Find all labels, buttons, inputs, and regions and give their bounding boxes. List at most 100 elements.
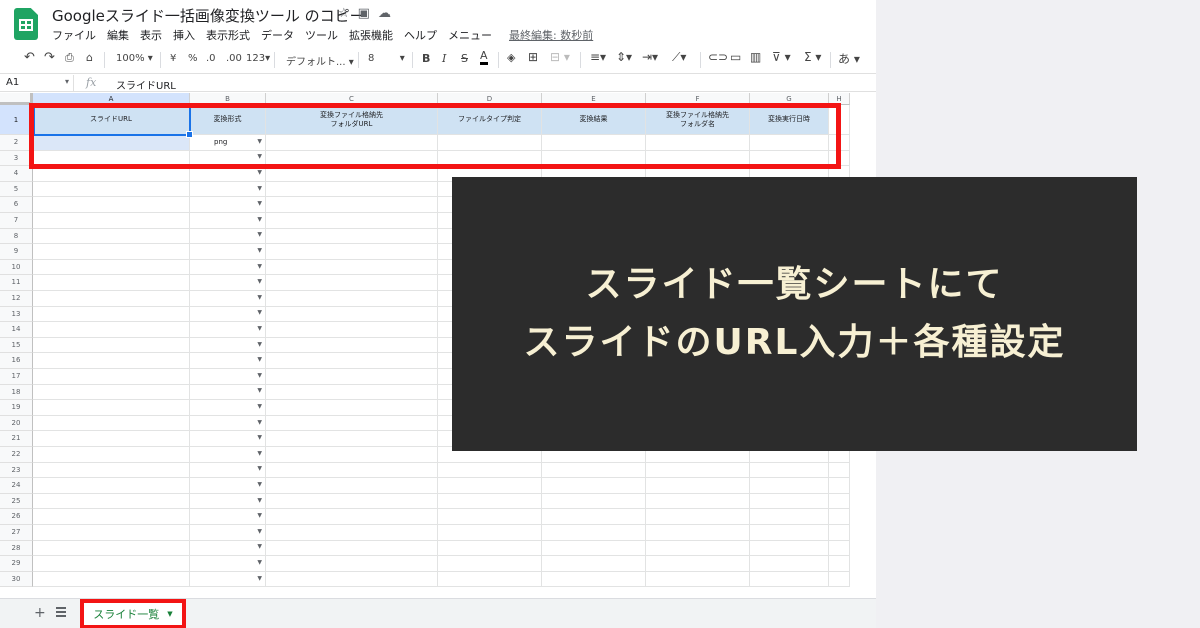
- functions-button[interactable]: Σ ▾: [804, 50, 821, 64]
- table-cell[interactable]: [542, 462, 646, 479]
- row-header[interactable]: 10: [0, 259, 33, 276]
- dropdown-arrow-icon[interactable]: ▼: [257, 434, 262, 441]
- row-header[interactable]: 25: [0, 493, 33, 510]
- fill-color-icon[interactable]: ◈: [507, 51, 516, 67]
- table-cell[interactable]: [646, 478, 750, 494]
- table-cell[interactable]: [542, 556, 646, 572]
- sheets-logo-icon[interactable]: [14, 8, 38, 40]
- table-cell[interactable]: [829, 525, 850, 541]
- table-cell[interactable]: [750, 478, 829, 494]
- row-header[interactable]: 19: [0, 400, 33, 416]
- zoom-select[interactable]: 100% ▾: [116, 53, 153, 64]
- print-icon[interactable]: ⎙: [65, 51, 74, 65]
- dropdown-arrow-icon[interactable]: ▼: [257, 512, 262, 519]
- redo-icon[interactable]: ↷: [44, 50, 55, 65]
- dropdown-arrow-icon[interactable]: ▼: [257, 200, 262, 207]
- table-cell[interactable]: ▼: [190, 181, 266, 198]
- table-cell[interactable]: [33, 181, 190, 198]
- dropdown-arrow-icon[interactable]: ▼: [257, 403, 262, 410]
- row-header[interactable]: 14: [0, 322, 33, 338]
- row-header[interactable]: 20: [0, 415, 33, 432]
- table-cell[interactable]: [542, 509, 646, 525]
- table-cell[interactable]: [266, 291, 438, 307]
- row-header[interactable]: 27: [0, 525, 33, 541]
- row-header[interactable]: 9: [0, 244, 33, 260]
- table-cell[interactable]: [33, 213, 190, 229]
- table-cell[interactable]: [266, 493, 438, 510]
- table-cell[interactable]: [646, 540, 750, 557]
- table-cell[interactable]: [438, 556, 542, 572]
- table-cell[interactable]: ▼: [190, 244, 266, 260]
- table-cell[interactable]: [266, 431, 438, 447]
- menu-item[interactable]: メニュー: [448, 27, 492, 43]
- table-cell[interactable]: [33, 462, 190, 479]
- menu-item[interactable]: 編集: [107, 27, 129, 43]
- table-cell[interactable]: ▼: [190, 556, 266, 572]
- table-cell[interactable]: [266, 353, 438, 369]
- sheet-tab-slide-list[interactable]: スライド一覧 ▼: [80, 599, 186, 628]
- add-sheet-button[interactable]: +: [34, 605, 46, 621]
- table-cell[interactable]: [33, 415, 190, 432]
- table-cell[interactable]: ▼: [190, 571, 266, 588]
- horizontal-align-icon[interactable]: ≡▾: [590, 50, 606, 64]
- table-cell[interactable]: [33, 493, 190, 510]
- row-header[interactable]: 13: [0, 306, 33, 323]
- table-cell[interactable]: ▼: [190, 275, 266, 291]
- table-cell[interactable]: [266, 228, 438, 245]
- last-edit-link[interactable]: 最終編集: 数秒前: [509, 27, 593, 43]
- table-cell[interactable]: [438, 509, 542, 525]
- table-cell[interactable]: [829, 462, 850, 479]
- table-cell[interactable]: ▼: [190, 306, 266, 323]
- table-cell[interactable]: [438, 462, 542, 479]
- table-cell[interactable]: ▼: [190, 369, 266, 385]
- table-cell[interactable]: ▼: [190, 493, 266, 510]
- table-cell[interactable]: [266, 275, 438, 291]
- text-rotate-icon[interactable]: ⟋▾: [672, 50, 686, 65]
- menu-item[interactable]: ツール: [305, 27, 338, 43]
- table-cell[interactable]: [750, 571, 829, 588]
- dropdown-arrow-icon[interactable]: ▼: [257, 465, 262, 472]
- table-cell[interactable]: [266, 478, 438, 494]
- table-cell[interactable]: [438, 493, 542, 510]
- table-cell[interactable]: [33, 337, 190, 354]
- dropdown-arrow-icon[interactable]: ▼: [257, 169, 262, 176]
- table-cell[interactable]: [33, 244, 190, 260]
- table-cell[interactable]: ▼: [190, 384, 266, 401]
- table-cell[interactable]: [438, 525, 542, 541]
- menu-item[interactable]: 表示: [140, 27, 162, 43]
- table-cell[interactable]: ▼: [190, 478, 266, 494]
- dropdown-arrow-icon[interactable]: ▼: [257, 497, 262, 504]
- table-cell[interactable]: [33, 556, 190, 572]
- table-cell[interactable]: [266, 244, 438, 260]
- input-tools-button[interactable]: あ ▾: [838, 50, 860, 67]
- star-icon[interactable]: ☆: [338, 6, 350, 21]
- dropdown-arrow-icon[interactable]: ▼: [257, 341, 262, 348]
- filter-icon[interactable]: ⊽ ▾: [772, 50, 791, 64]
- row-header[interactable]: 22: [0, 447, 33, 463]
- table-cell[interactable]: ▼: [190, 415, 266, 432]
- table-cell[interactable]: [33, 291, 190, 307]
- table-cell[interactable]: [33, 431, 190, 447]
- row-header[interactable]: 17: [0, 369, 33, 385]
- row-header[interactable]: 26: [0, 509, 33, 525]
- table-cell[interactable]: [750, 493, 829, 510]
- dropdown-arrow-icon[interactable]: ▼: [257, 419, 262, 426]
- table-cell[interactable]: [33, 259, 190, 276]
- table-cell[interactable]: [33, 571, 190, 588]
- table-cell[interactable]: [266, 322, 438, 338]
- dropdown-arrow-icon[interactable]: ▼: [257, 185, 262, 192]
- table-cell[interactable]: [542, 478, 646, 494]
- table-cell[interactable]: [266, 384, 438, 401]
- chevron-down-icon[interactable]: ▼: [167, 610, 172, 618]
- table-cell[interactable]: [33, 369, 190, 385]
- table-cell[interactable]: [750, 462, 829, 479]
- table-cell[interactable]: [33, 306, 190, 323]
- table-cell[interactable]: [750, 525, 829, 541]
- table-cell[interactable]: [750, 540, 829, 557]
- table-cell[interactable]: [438, 540, 542, 557]
- table-cell[interactable]: [750, 509, 829, 525]
- table-cell[interactable]: [646, 462, 750, 479]
- table-cell[interactable]: [33, 322, 190, 338]
- table-cell[interactable]: [266, 525, 438, 541]
- strikethrough-button[interactable]: S: [461, 52, 468, 65]
